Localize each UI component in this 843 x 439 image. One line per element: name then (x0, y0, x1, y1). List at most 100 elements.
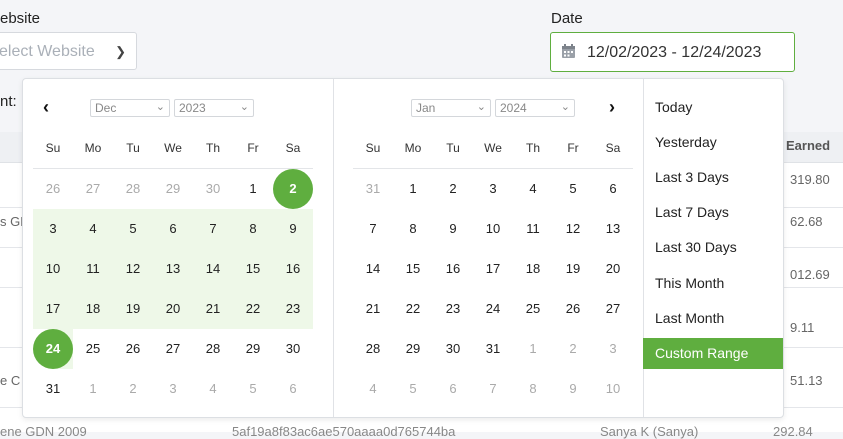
calendar-day[interactable]: 26 (33, 169, 73, 209)
website-select[interactable]: elect Website ❯ (0, 32, 137, 70)
month-select-right[interactable]: Jan ⌄ (411, 99, 491, 117)
calendar-day[interactable]: 17 (473, 249, 513, 289)
calendar-day[interactable]: 1 (233, 169, 273, 209)
calendar-day[interactable]: 16 (273, 249, 313, 289)
calendar-day[interactable]: 30 (193, 169, 233, 209)
calendar-day[interactable]: 4 (73, 209, 113, 249)
range-option-last-30-days[interactable]: Last 30 Days (643, 232, 783, 263)
calendar-day[interactable]: 2 (553, 329, 593, 369)
calendar-day[interactable]: 8 (513, 369, 553, 409)
calendar-day[interactable]: 14 (193, 249, 233, 289)
calendar-day[interactable]: 11 (513, 209, 553, 249)
calendar-day[interactable]: 10 (473, 209, 513, 249)
calendar-day[interactable]: 12 (113, 249, 153, 289)
calendar-day[interactable]: 20 (153, 289, 193, 329)
calendar-day[interactable]: 2 (113, 369, 153, 409)
calendar-day[interactable]: 14 (353, 249, 393, 289)
calendar-day-selected[interactable]: 24 (33, 329, 73, 369)
calendar-day[interactable]: 3 (473, 169, 513, 209)
calendar-day[interactable]: 27 (73, 169, 113, 209)
calendar-day[interactable]: 7 (353, 209, 393, 249)
calendar-day[interactable]: 31 (473, 329, 513, 369)
calendar-day[interactable]: 6 (593, 169, 633, 209)
calendar-day[interactable]: 20 (593, 249, 633, 289)
calendar-day[interactable]: 5 (113, 209, 153, 249)
calendar-day[interactable]: 25 (513, 289, 553, 329)
calendar-day[interactable]: 29 (233, 329, 273, 369)
calendar-day[interactable]: 31 (353, 169, 393, 209)
calendar-day[interactable]: 23 (273, 289, 313, 329)
range-option-last-3-days[interactable]: Last 3 Days (643, 162, 783, 193)
range-option-today[interactable]: Today (643, 92, 783, 123)
calendar-day[interactable]: 29 (153, 169, 193, 209)
calendar-day[interactable]: 4 (353, 369, 393, 409)
calendar-day[interactable]: 30 (273, 329, 313, 369)
range-option-this-month[interactable]: This Month (643, 268, 783, 299)
calendar-day[interactable]: 29 (393, 329, 433, 369)
calendar-day[interactable]: 15 (393, 249, 433, 289)
calendar-day[interactable]: 4 (513, 169, 553, 209)
range-option-yesterday[interactable]: Yesterday (643, 127, 783, 158)
calendar-day[interactable]: 1 (73, 369, 113, 409)
calendar-day[interactable]: 10 (33, 249, 73, 289)
calendar-day[interactable]: 18 (73, 289, 113, 329)
calendar-day[interactable]: 6 (433, 369, 473, 409)
calendar-day[interactable]: 15 (233, 249, 273, 289)
calendar-day[interactable]: 8 (233, 209, 273, 249)
calendar-day[interactable]: 22 (233, 289, 273, 329)
calendar-day[interactable]: 6 (153, 209, 193, 249)
calendar-day[interactable]: 24 (473, 289, 513, 329)
calendar-day[interactable]: 12 (553, 209, 593, 249)
calendar-day[interactable]: 5 (233, 369, 273, 409)
calendar-day[interactable]: 1 (393, 169, 433, 209)
calendar-day[interactable]: 2 (433, 169, 473, 209)
calendar-day[interactable]: 3 (33, 209, 73, 249)
calendar-day[interactable]: 13 (153, 249, 193, 289)
calendar-day[interactable]: 23 (433, 289, 473, 329)
range-option-custom-range[interactable]: Custom Range (643, 337, 783, 369)
calendar-day[interactable]: 8 (393, 209, 433, 249)
calendar-day[interactable]: 28 (193, 329, 233, 369)
calendar-day[interactable]: 3 (153, 369, 193, 409)
year-select-right[interactable]: 2024 ⌄ (495, 99, 575, 117)
calendar-day[interactable]: 11 (73, 249, 113, 289)
calendar-day[interactable]: 9 (553, 369, 593, 409)
calendar-day[interactable]: 28 (353, 329, 393, 369)
calendar-day[interactable]: 3 (593, 329, 633, 369)
year-select-left[interactable]: 2023 ⌄ (174, 99, 254, 117)
calendar-day[interactable]: 22 (393, 289, 433, 329)
range-option-last-month[interactable]: Last Month (643, 303, 783, 334)
calendar-day[interactable]: 21 (353, 289, 393, 329)
calendar-day[interactable]: 5 (393, 369, 433, 409)
next-month-icon[interactable]: › (609, 97, 615, 118)
calendar-day[interactable]: 13 (593, 209, 633, 249)
calendar-day[interactable]: 26 (113, 329, 153, 369)
calendar-day[interactable]: 5 (553, 169, 593, 209)
range-option-last-7-days[interactable]: Last 7 Days (643, 197, 783, 228)
calendar-day[interactable]: 16 (433, 249, 473, 289)
calendar-day[interactable]: 26 (553, 289, 593, 329)
calendar-day[interactable]: 21 (193, 289, 233, 329)
calendar-day[interactable]: 28 (113, 169, 153, 209)
calendar-day[interactable]: 9 (273, 209, 313, 249)
calendar-day[interactable]: 9 (433, 209, 473, 249)
calendar-day[interactable]: 10 (593, 369, 633, 409)
calendar-day[interactable]: 18 (513, 249, 553, 289)
calendar-day[interactable]: 25 (73, 329, 113, 369)
calendar-day[interactable]: 6 (273, 369, 313, 409)
calendar-day[interactable]: 27 (153, 329, 193, 369)
month-select-left[interactable]: Dec ⌄ (90, 99, 170, 117)
date-range-input[interactable]: 12/02/2023 - 12/24/2023 (550, 32, 795, 72)
calendar-day[interactable]: 7 (193, 209, 233, 249)
calendar-day[interactable]: 7 (473, 369, 513, 409)
calendar-day[interactable]: 19 (113, 289, 153, 329)
calendar-day[interactable]: 17 (33, 289, 73, 329)
prev-month-icon[interactable]: ‹ (43, 97, 49, 118)
calendar-day[interactable]: 30 (433, 329, 473, 369)
calendar-day-selected[interactable]: 2 (273, 169, 313, 209)
calendar-day[interactable]: 1 (513, 329, 553, 369)
calendar-day[interactable]: 27 (593, 289, 633, 329)
calendar-day[interactable]: 19 (553, 249, 593, 289)
calendar-day[interactable]: 31 (33, 369, 73, 409)
calendar-day[interactable]: 4 (193, 369, 233, 409)
